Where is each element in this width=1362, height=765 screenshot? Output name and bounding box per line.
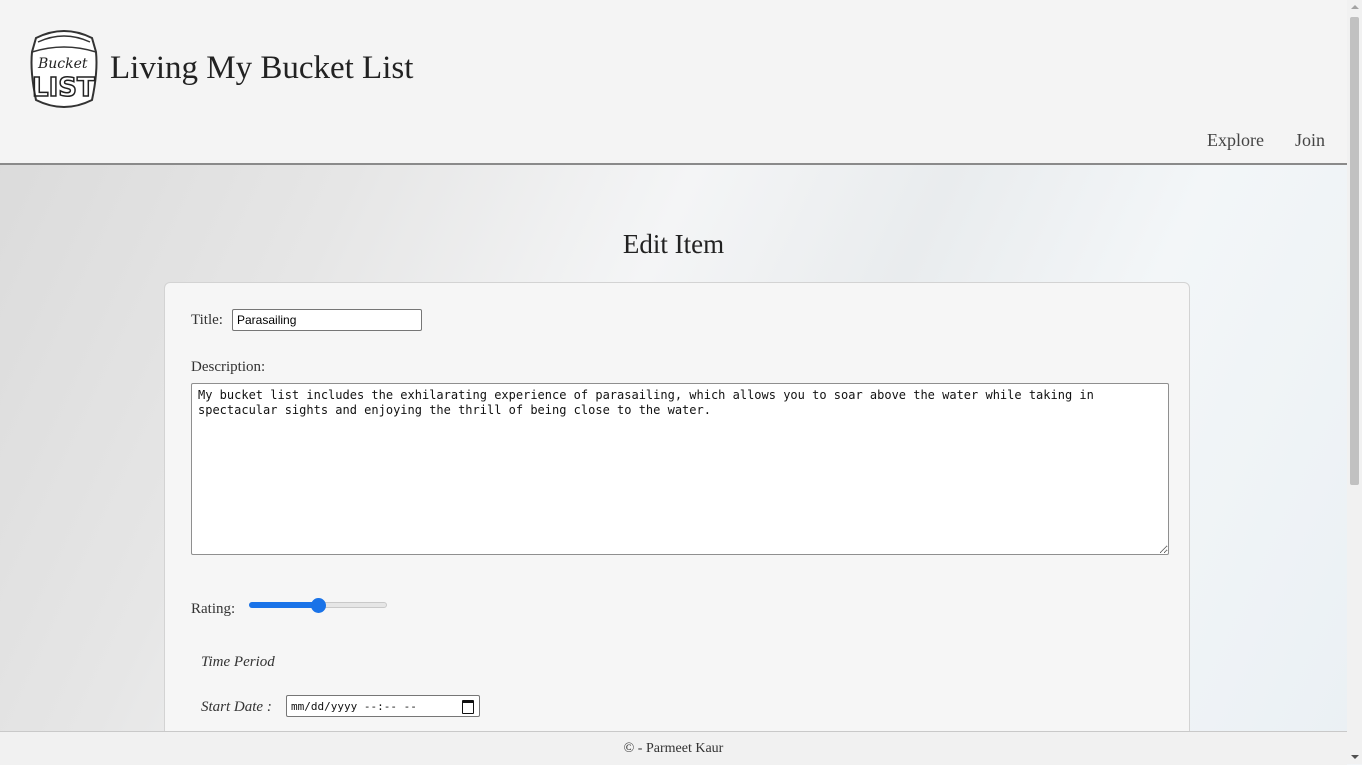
rating-slider-fill — [249, 602, 318, 608]
start-date-label: Start Date : — [201, 699, 272, 715]
edit-item-form: Title: Description: My bucket list inclu… — [164, 282, 1190, 764]
site-header: Bucket LIST Living My Bucket List Explor… — [0, 0, 1347, 165]
rating-label: Rating: — [191, 601, 236, 617]
rating-slider[interactable] — [249, 598, 387, 613]
scrollbar-thumb[interactable] — [1350, 17, 1359, 485]
site-title[interactable]: Living My Bucket List — [110, 50, 413, 87]
svg-text:LIST: LIST — [32, 73, 95, 103]
calendar-icon[interactable] — [462, 700, 474, 714]
page-title: Edit Item — [622, 229, 725, 259]
start-date-input[interactable]: mm/dd/yyyy --:-- -- — [286, 695, 480, 717]
site-footer: © - Parmeet Kaur — [0, 731, 1347, 765]
rating-slider-thumb[interactable] — [310, 598, 326, 613]
start-date-placeholder: mm/dd/yyyy --:-- -- — [291, 699, 417, 713]
description-textarea[interactable]: My bucket list includes the exhilarating… — [191, 383, 1169, 555]
description-label: Description: — [191, 359, 266, 375]
main-nav: Explore Join — [1207, 130, 1325, 151]
nav-explore-link[interactable]: Explore — [1207, 130, 1264, 151]
scroll-down-arrow-icon[interactable] — [1351, 755, 1359, 759]
page-scrollbar[interactable] — [1347, 0, 1362, 764]
time-period-label: Time Period — [201, 654, 275, 670]
footer-copyright: © - Parmeet Kaur — [623, 741, 724, 756]
title-label: Title: — [191, 312, 223, 328]
title-input[interactable] — [232, 309, 422, 331]
nav-join-link[interactable]: Join — [1295, 130, 1325, 151]
bucket-list-logo[interactable]: Bucket LIST — [26, 22, 102, 116]
svg-text:Bucket: Bucket — [37, 56, 88, 72]
scroll-up-arrow-icon[interactable] — [1351, 5, 1359, 9]
